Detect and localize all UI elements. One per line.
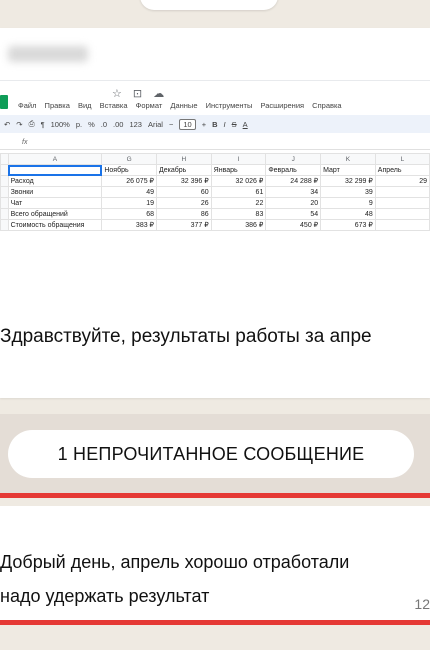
sheet-grid: A G H I J K L Ноябрь Декабрь Январь Февр…: [0, 153, 430, 231]
unread-messages-label: 1 НЕПРОЧИТАННОЕ СООБЩЕНИЕ: [8, 430, 414, 478]
number-format: 123: [129, 119, 142, 129]
col-header: I: [210, 153, 267, 165]
month-header: Декабрь: [156, 164, 212, 176]
menu-item: Файл: [18, 101, 37, 110]
cell: 68: [101, 208, 157, 220]
row-label: Чат: [7, 197, 103, 209]
message-bubble-image[interactable]: ☆ ⊡ ☁ Файл Правка Вид Вставка Формат Дан…: [0, 28, 430, 398]
cell: 32 299 ₽: [320, 175, 376, 187]
spreadsheet-screenshot[interactable]: ☆ ⊡ ☁ Файл Правка Вид Вставка Формат Дан…: [0, 80, 430, 310]
col-header: J: [265, 153, 322, 165]
col-header: K: [320, 153, 376, 165]
cell: [374, 186, 430, 198]
cell: 32 026 ₽: [210, 175, 267, 187]
month-header: Март: [320, 164, 376, 176]
cell: 383 ₽: [101, 219, 157, 231]
col-header: G: [101, 153, 157, 165]
cell: 54: [265, 208, 322, 220]
row-label: Стоимость обращения: [7, 219, 103, 231]
cell: 29: [374, 175, 430, 187]
menu-item: Правка: [44, 101, 70, 110]
cell: 22: [210, 197, 267, 209]
cell: 450 ₽: [265, 219, 322, 231]
cell: 39: [320, 186, 376, 198]
font-minus: −: [168, 119, 174, 129]
currency-format: р.: [75, 119, 83, 129]
message-text-line1: Добрый день, апрель хорошо отработали: [0, 552, 350, 572]
date-pill: [140, 0, 278, 10]
menu-item: Инструменты: [205, 101, 253, 110]
text-color-icon: A: [242, 119, 248, 129]
cell: 26 075 ₽: [101, 175, 157, 187]
cell: 48: [320, 208, 376, 220]
zoom-value: 100%: [50, 119, 70, 129]
cell: 34: [265, 186, 322, 198]
menu-item: Расширения: [260, 101, 305, 110]
blurred-sender-name: [8, 46, 88, 62]
cell: 9: [320, 197, 376, 209]
font-family: Arial: [147, 119, 163, 129]
row-label: Всего обращений: [7, 208, 103, 220]
cell: 26: [156, 197, 212, 209]
col-header: H: [156, 153, 212, 165]
highlight-line-top: [0, 493, 430, 498]
col-header: L: [374, 153, 430, 165]
paint-format-icon: ¶: [40, 119, 45, 129]
table-row: Стоимость обращения 383 ₽ 377 ₽ 386 ₽ 45…: [0, 219, 430, 231]
highlight-line-bottom: [0, 620, 430, 625]
row-label: Расход: [7, 175, 103, 187]
cell: 49: [101, 186, 157, 198]
cell: 24 288 ₽: [265, 175, 322, 187]
cell: [374, 208, 430, 220]
percent-format: %: [88, 119, 95, 129]
table-row: Расход 26 075 ₽ 32 396 ₽ 32 026 ₽ 24 288…: [0, 175, 430, 187]
sheet-menu-bar: Файл Правка Вид Вставка Формат Данные Ин…: [18, 101, 348, 110]
message-time: 12: [414, 596, 430, 612]
undo-icon: ↶: [4, 119, 11, 129]
row-label: Звонки: [7, 186, 103, 198]
message-text: Здравствуйте, результаты работы за апре: [0, 326, 372, 347]
cell: 83: [210, 208, 267, 220]
menu-item: Справка: [312, 101, 342, 110]
table-row: Чат 19 26 22 20 9: [0, 197, 430, 209]
font-size: 10: [179, 118, 196, 130]
menu-item: Вставка: [99, 101, 128, 110]
cell: 386 ₽: [210, 219, 267, 231]
table-row: Звонки 49 60 61 34 39: [0, 186, 430, 198]
print-icon: ⎙: [28, 119, 35, 128]
cell: 673 ₽: [320, 219, 376, 231]
cell: [374, 219, 430, 231]
decimal-more: .00: [113, 119, 124, 129]
redo-icon: ↷: [16, 119, 23, 129]
month-header: Апрель: [374, 164, 430, 176]
cell: 377 ₽: [156, 219, 212, 231]
month-header: Февраль: [265, 164, 322, 176]
fx-icon: fx: [22, 139, 28, 146]
strike-icon: S: [231, 119, 237, 129]
menu-item: Формат: [135, 101, 163, 110]
cell: 60: [156, 186, 212, 198]
decimal-less: .0: [100, 119, 108, 129]
menu-item: Данные: [170, 101, 198, 110]
month-header: Ноябрь: [101, 164, 157, 176]
cell: 19: [101, 197, 157, 209]
formula-bar: fx: [0, 136, 430, 150]
menu-item: Вид: [77, 101, 92, 110]
cell: 32 396 ₽: [156, 175, 212, 187]
cell: 86: [156, 208, 212, 220]
italic-icon: I: [223, 119, 226, 129]
sheet-toolbar: ↶ ↷ ⎙ ¶ 100% р. % .0 .00 123 Arial − 10 …: [0, 115, 430, 133]
cell: [374, 197, 430, 209]
font-plus: +: [201, 119, 207, 129]
col-header: A: [7, 153, 103, 165]
message-text-line2: надо удержать результат: [0, 586, 210, 606]
bold-icon: B: [212, 119, 218, 129]
cell: 61: [210, 186, 267, 198]
table-row: Всего обращений 68 86 83 54 48: [0, 208, 430, 220]
sheets-logo-icon: [0, 95, 8, 109]
month-header: Январь: [210, 164, 267, 176]
selected-cell: [7, 164, 103, 176]
cell: 20: [265, 197, 322, 209]
doc-status-icons: ☆ ⊡ ☁: [112, 88, 169, 100]
